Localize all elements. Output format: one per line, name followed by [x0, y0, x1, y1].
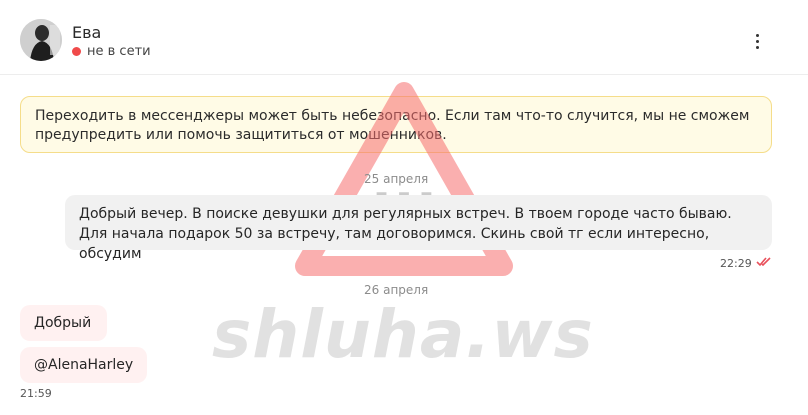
- message-time: 21:59: [20, 387, 52, 400]
- incoming-message[interactable]: Добрый: [20, 305, 107, 341]
- message-time: 22:29: [720, 257, 752, 270]
- date-separator: 25 апреля: [364, 172, 429, 186]
- watermark-text: shluha.ws: [212, 296, 594, 373]
- double-check-icon: [756, 257, 771, 267]
- contact-name[interactable]: Ева: [72, 23, 101, 42]
- outgoing-message[interactable]: Добрый вечер. В поиске девушки для регул…: [65, 195, 772, 262]
- avatar-photo: [20, 19, 62, 61]
- incoming-message[interactable]: @AlenaHarley: [20, 347, 147, 383]
- offline-status-icon: [72, 47, 81, 56]
- safety-warning-banner: Переходить в мессенджеры может быть небе…: [20, 96, 772, 153]
- contact-status: не в сети: [87, 44, 151, 59]
- date-separator: 26 апреля: [364, 283, 429, 297]
- chat-header: Ева не в сети: [0, 0, 808, 75]
- more-vertical-icon[interactable]: [748, 30, 766, 52]
- avatar[interactable]: [20, 19, 62, 61]
